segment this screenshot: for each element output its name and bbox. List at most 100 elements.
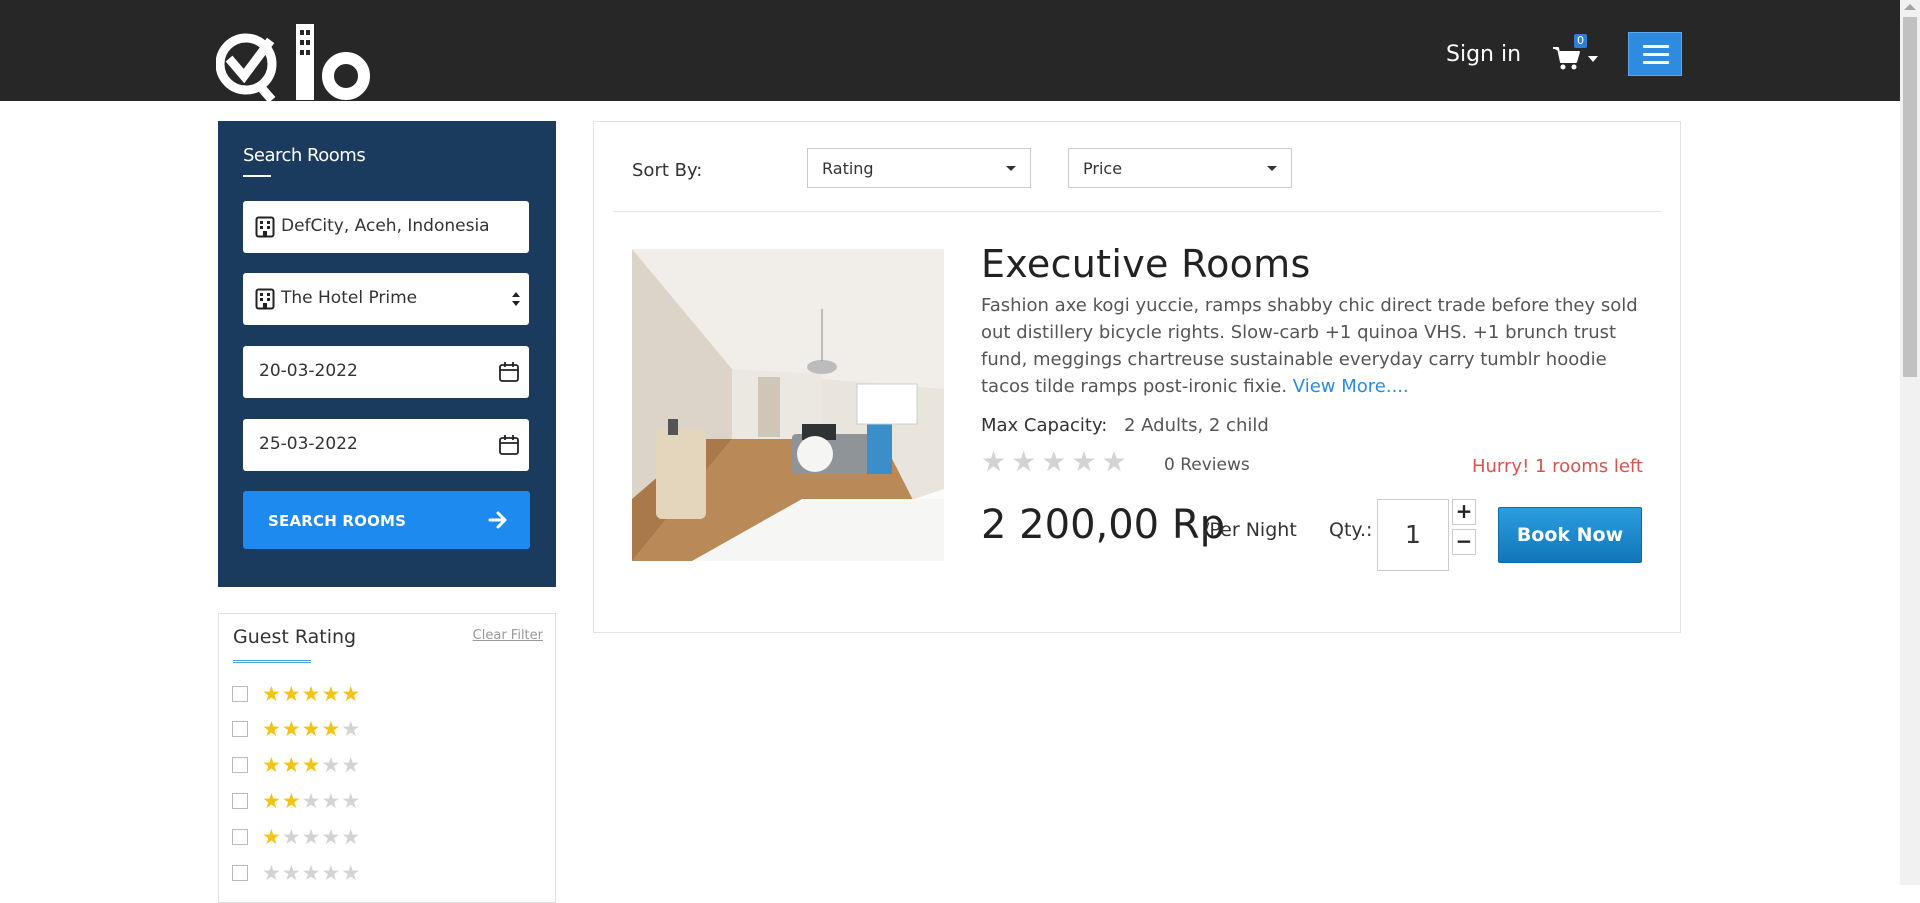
arrow-right-icon — [488, 511, 507, 529]
rating-checkbox[interactable] — [232, 686, 248, 702]
divider — [613, 211, 1661, 212]
menu-button[interactable] — [1628, 32, 1682, 76]
search-rooms-button[interactable]: SEARCH ROOMS — [243, 491, 530, 549]
sort-rating-value: Rating — [822, 159, 874, 178]
star-icon: ★ — [341, 825, 362, 849]
minus-icon: − — [1455, 529, 1473, 553]
rating-stars: ★★★★★ — [262, 789, 361, 813]
max-capacity-value: 2 Adults, 2 child — [1124, 415, 1269, 436]
checkin-value: 20-03-2022 — [259, 361, 358, 381]
scrollbar-thumb[interactable] — [1903, 17, 1917, 377]
star-icon: ★ — [321, 717, 342, 741]
view-more-link[interactable]: View More.... — [1293, 376, 1409, 397]
book-now-button[interactable]: Book Now — [1498, 507, 1642, 563]
star-icon: ★ — [341, 682, 362, 706]
star-icon: ★ — [301, 861, 322, 885]
rating-checkbox[interactable] — [232, 793, 248, 809]
star-icon: ★ — [321, 861, 342, 885]
star-icon: ★ — [981, 445, 1012, 478]
title-underline — [243, 175, 271, 177]
star-icon: ★ — [341, 717, 362, 741]
star-icon: ★ — [1041, 445, 1072, 478]
location-input[interactable]: DefCity, Aceh, Indonesia — [243, 201, 529, 253]
checkout-date-input[interactable]: 25-03-2022 — [243, 419, 529, 471]
guest-rating-title: Guest Rating — [233, 626, 357, 648]
select-arrows-icon — [512, 292, 520, 306]
star-icon: ★ — [301, 825, 322, 849]
rating-stars: ★★★★★ — [262, 753, 361, 777]
rating-filter-3[interactable]: ★★★★★ — [232, 753, 432, 778]
qty-decrease-button[interactable]: − — [1452, 529, 1476, 555]
star-icon: ★ — [301, 789, 322, 813]
qlo-logo[interactable] — [216, 22, 376, 102]
star-icon: ★ — [321, 753, 342, 777]
rating-stars: ★★★★★ — [262, 717, 361, 741]
search-panel-title: Search Rooms — [243, 145, 366, 166]
building-icon — [255, 288, 275, 310]
calendar-icon[interactable] — [498, 434, 520, 456]
caret-down-icon — [1267, 166, 1277, 171]
scroll-up-icon[interactable] — [1904, 4, 1916, 10]
rating-stars: ★★★★★ — [262, 682, 361, 706]
star-icon: ★ — [321, 682, 342, 706]
star-icon: ★ — [262, 717, 282, 741]
rating-filter-5[interactable]: ★★★★★ — [232, 682, 432, 707]
availability-alert: Hurry! 1 rooms left — [1471, 456, 1643, 477]
clear-filter-link[interactable]: Clear Filter — [473, 628, 543, 643]
chevron-down-icon — [1588, 56, 1598, 62]
room-photo[interactable] — [632, 249, 944, 561]
sort-price-value: Price — [1083, 159, 1123, 178]
calendar-icon[interactable] — [498, 361, 520, 383]
cart-button[interactable]: 0 — [1552, 34, 1604, 74]
sort-rating-select[interactable]: Rating — [807, 148, 1031, 188]
rating-filter-1[interactable]: ★★★★★ — [232, 825, 432, 850]
per-night-label: /Per Night — [1203, 519, 1297, 541]
star-icon: ★ — [262, 753, 282, 777]
rating-checkbox[interactable] — [232, 721, 248, 737]
star-icon: ★ — [341, 789, 362, 813]
star-icon: ★ — [301, 717, 322, 741]
hotel-select[interactable]: The Hotel Prime — [243, 273, 529, 325]
rating-stars: ★★★★★ — [262, 825, 361, 849]
quantity-input[interactable]: 1 — [1377, 499, 1449, 571]
star-icon: ★ — [262, 825, 282, 849]
star-icon: ★ — [281, 717, 302, 741]
site-header: Sign in 0 — [0, 0, 1900, 102]
star-icon: ★ — [281, 753, 302, 777]
search-rooms-panel: Search Rooms DefCity, Aceh, Indonesia Th… — [218, 121, 556, 587]
rating-filter-2[interactable]: ★★★★★ — [232, 789, 432, 814]
star-icon: ★ — [262, 682, 282, 706]
cart-count-badge: 0 — [1574, 34, 1587, 48]
room-list-panel: Sort By: Rating Price Executive Rooms Fa… — [593, 121, 1681, 633]
sort-price-select[interactable]: Price — [1068, 148, 1292, 188]
reviews-count[interactable]: 0 Reviews — [1164, 455, 1250, 475]
guest-rating-filter: Guest Rating Clear Filter ★★★★★ ★★★★★ ★★★★… — [218, 613, 556, 903]
star-icon: ★ — [1071, 445, 1102, 478]
star-icon: ★ — [281, 789, 302, 813]
star-icon: ★ — [262, 861, 282, 885]
rating-checkbox[interactable] — [232, 829, 248, 845]
caret-down-icon — [1006, 166, 1016, 171]
qty-increase-button[interactable]: + — [1452, 499, 1476, 525]
building-icon — [255, 216, 275, 238]
star-icon: ★ — [281, 682, 302, 706]
title-underline — [233, 660, 311, 663]
max-capacity-label: Max Capacity: — [981, 415, 1108, 436]
room-price: 2 200,00 Rp — [981, 502, 1226, 548]
room-description: Fashion axe kogi yuccie, ramps shabby ch… — [981, 292, 1641, 400]
rating-filter-0[interactable]: ★★★★★ — [232, 861, 432, 886]
star-icon: ★ — [281, 825, 302, 849]
plus-icon: + — [1455, 499, 1473, 523]
rating-filter-4[interactable]: ★★★★★ — [232, 717, 432, 742]
star-icon: ★ — [301, 753, 322, 777]
checkout-value: 25-03-2022 — [259, 434, 358, 454]
menu-icon — [1643, 45, 1669, 48]
qty-label: Qty.: — [1329, 519, 1373, 541]
rating-checkbox[interactable] — [232, 757, 248, 773]
sign-in-link[interactable]: Sign in — [1446, 42, 1521, 67]
rating-checkbox[interactable] — [232, 865, 248, 881]
checkin-date-input[interactable]: 20-03-2022 — [243, 346, 529, 398]
cart-icon — [1553, 47, 1580, 70]
room-title[interactable]: Executive Rooms — [981, 242, 1311, 286]
star-icon: ★ — [262, 789, 282, 813]
